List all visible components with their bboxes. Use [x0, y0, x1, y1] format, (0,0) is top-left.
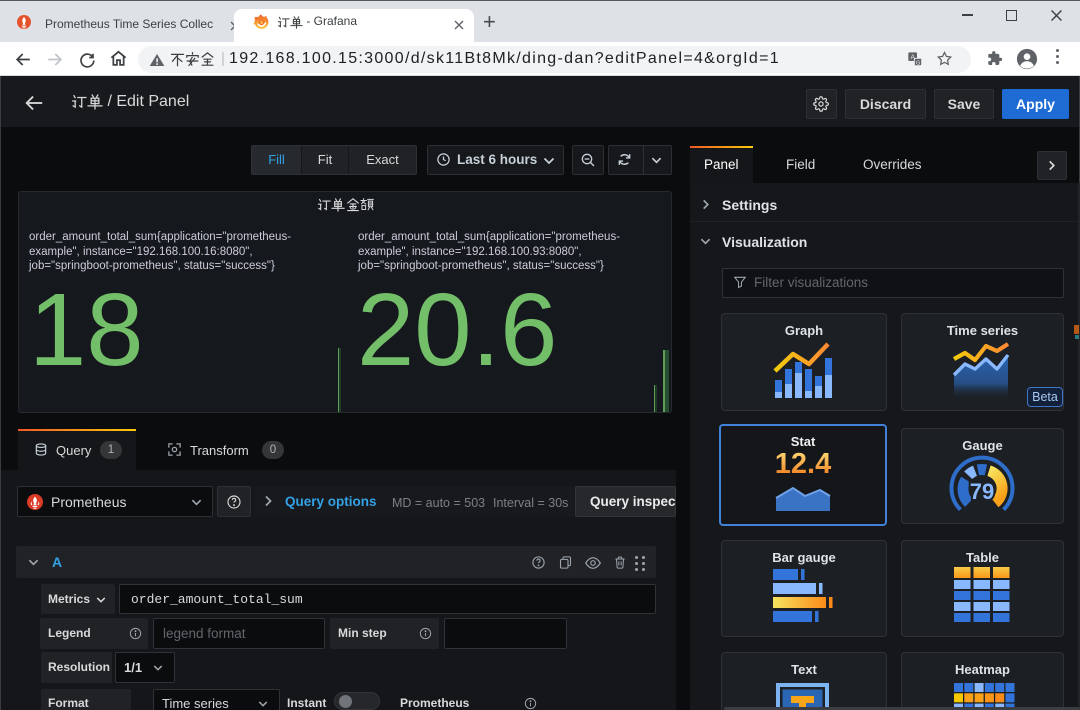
svg-text:G: G — [916, 61, 920, 67]
svg-text:79: 79 — [970, 479, 994, 504]
